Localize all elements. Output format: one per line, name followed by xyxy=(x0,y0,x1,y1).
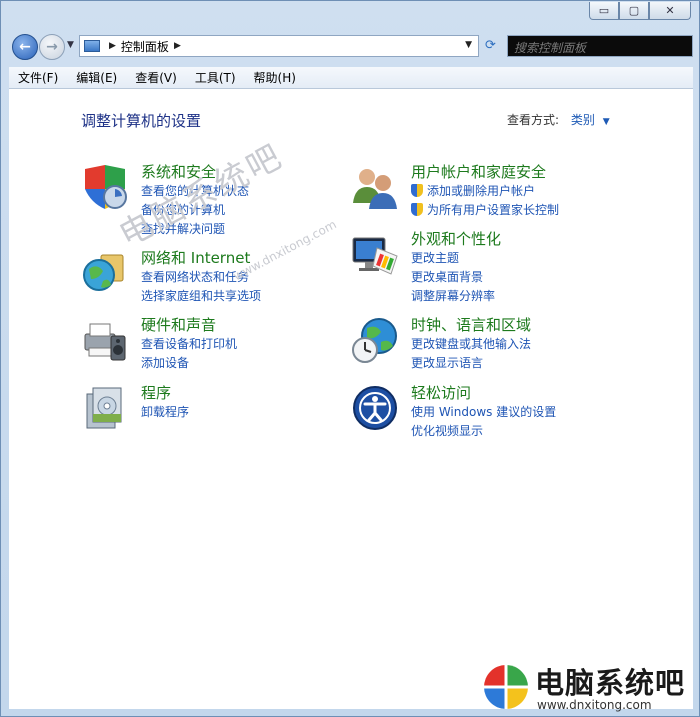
refresh-icon[interactable]: ⟳ xyxy=(485,38,496,53)
view-by-dropdown[interactable]: 类别 xyxy=(571,113,595,127)
menu-file[interactable]: 文件(F) xyxy=(9,69,67,86)
windows-logo-icon xyxy=(484,665,528,709)
watermark-brand: 电脑系统吧 www.dnxitong.com xyxy=(483,660,695,714)
control-panel-icon xyxy=(84,40,100,52)
printer-speaker-icon xyxy=(84,323,126,361)
link-screen-resolution[interactable]: 调整屏幕分辨率 xyxy=(411,287,495,306)
watermark-url: www.dnxitong.com xyxy=(537,698,652,712)
menu-bar: 文件(F) 编辑(E) 查看(V) 工具(T) 帮助(H) xyxy=(9,67,693,89)
category-links: 卸载程序 xyxy=(141,403,189,422)
maximize-button[interactable]: ▢ xyxy=(619,2,649,20)
category-title[interactable]: 时钟、语言和区域 xyxy=(411,314,531,335)
arrow-left-icon: ← xyxy=(19,39,31,55)
address-bar[interactable]: ▶ 控制面板 ▶ ▼ xyxy=(79,35,479,57)
category-links: 更改主题 更改桌面背景 调整屏幕分辨率 xyxy=(411,249,495,306)
watermark-brand-text: 电脑系统吧 xyxy=(535,666,686,700)
link-parental-controls[interactable]: 为所有用户设置家长控制 xyxy=(411,201,559,220)
link-view-devices-printers[interactable]: 查看设备和打印机 xyxy=(141,335,237,354)
breadcrumb-control-panel[interactable]: 控制面板 xyxy=(121,38,169,55)
chevron-down-icon: ▼ xyxy=(67,40,74,50)
category-links: 使用 Windows 建议的设置 优化视频显示 xyxy=(411,403,556,441)
search-input[interactable]: 搜索控制面板 ⌕ xyxy=(507,35,693,57)
link-find-fix-problems[interactable]: 查找并解决问题 xyxy=(141,220,249,239)
monitor-palette-icon xyxy=(352,237,398,275)
view-by: 查看方式: 类别 ▼ xyxy=(507,111,610,128)
close-button[interactable]: ✕ xyxy=(649,2,691,20)
link-change-theme[interactable]: 更改主题 xyxy=(411,249,495,268)
navigation-bar: ← → ▼ ▶ 控制面板 ▶ ▼ ⟳ 搜索控制面板 ⌕ xyxy=(9,33,693,60)
users-icon xyxy=(353,169,397,209)
link-homegroup-sharing[interactable]: 选择家庭组和共享选项 xyxy=(141,287,261,306)
category-links: 查看您的计算机状态 备份您的计算机 查找并解决问题 xyxy=(141,182,249,239)
search-placeholder: 搜索控制面板 xyxy=(514,41,587,55)
menu-tools[interactable]: 工具(T) xyxy=(186,69,245,86)
caption-buttons: ▭ ▢ ✕ xyxy=(589,2,691,20)
link-label: 为所有用户设置家长控制 xyxy=(427,203,560,217)
breadcrumb-separator-icon[interactable]: ▶ xyxy=(174,41,181,51)
menu-help[interactable]: 帮助(H) xyxy=(245,69,305,86)
uac-shield-icon xyxy=(411,203,423,216)
uac-shield-icon xyxy=(411,184,423,197)
menu-edit[interactable]: 编辑(E) xyxy=(67,69,126,86)
category-title[interactable]: 外观和个性化 xyxy=(411,228,501,249)
link-backup-computer[interactable]: 备份您的计算机 xyxy=(141,201,249,220)
recent-pages-dropdown[interactable]: ▼ xyxy=(67,40,74,50)
ease-of-access-icon xyxy=(353,386,397,430)
link-add-device[interactable]: 添加设备 xyxy=(141,354,237,373)
menu-view[interactable]: 查看(V) xyxy=(126,69,186,86)
clock-globe-icon xyxy=(352,318,397,363)
category-links: 查看设备和打印机 添加设备 xyxy=(141,335,237,373)
link-optimize-video-display[interactable]: 优化视频显示 xyxy=(411,422,556,441)
back-button[interactable]: ← xyxy=(12,34,38,60)
category-title[interactable]: 轻松访问 xyxy=(411,382,471,403)
category-title[interactable]: 程序 xyxy=(141,382,171,403)
view-by-label: 查看方式: xyxy=(507,113,560,127)
chevron-down-icon[interactable]: ▼ xyxy=(603,117,610,127)
link-change-background[interactable]: 更改桌面背景 xyxy=(411,268,495,287)
link-label: 添加或删除用户帐户 xyxy=(427,184,536,198)
forward-button[interactable]: → xyxy=(39,34,65,60)
link-view-computer-status[interactable]: 查看您的计算机状态 xyxy=(141,182,249,201)
category-links: 添加或删除用户帐户 为所有用户设置家长控制 xyxy=(411,182,559,220)
category-title[interactable]: 用户帐户和家庭安全 xyxy=(411,161,546,182)
link-add-remove-accounts[interactable]: 添加或删除用户帐户 xyxy=(411,182,559,201)
category-links: 更改键盘或其他输入法 更改显示语言 xyxy=(411,335,531,373)
control-panel-content: 调整计算机的设置 查看方式: 类别 ▼ 系统和安全 查看您的计算机状态 备份您的… xyxy=(9,89,693,709)
network-globe-icon xyxy=(83,254,124,291)
arrow-right-icon: → xyxy=(46,39,58,55)
programs-icon xyxy=(86,387,122,429)
link-change-display-language[interactable]: 更改显示语言 xyxy=(411,354,531,373)
category-title[interactable]: 系统和安全 xyxy=(141,161,216,182)
minimize-button[interactable]: ▭ xyxy=(589,2,619,20)
category-title[interactable]: 硬件和声音 xyxy=(141,314,216,335)
category-title[interactable]: 网络和 Internet xyxy=(141,247,250,268)
link-windows-recommended-settings[interactable]: 使用 Windows 建议的设置 xyxy=(411,403,556,422)
breadcrumb-separator-icon[interactable]: ▶ xyxy=(109,41,116,51)
page-title: 调整计算机的设置 xyxy=(81,112,202,130)
system-security-icon xyxy=(85,165,127,209)
address-dropdown-icon[interactable]: ▼ xyxy=(465,40,472,50)
control-panel-window: ▭ ▢ ✕ ← → ▼ ▶ 控制面板 ▶ ▼ ⟳ 搜索控制面板 ⌕ 文件(F) … xyxy=(0,0,700,717)
link-change-input-method[interactable]: 更改键盘或其他输入法 xyxy=(411,335,531,354)
link-uninstall-program[interactable]: 卸载程序 xyxy=(141,403,189,422)
